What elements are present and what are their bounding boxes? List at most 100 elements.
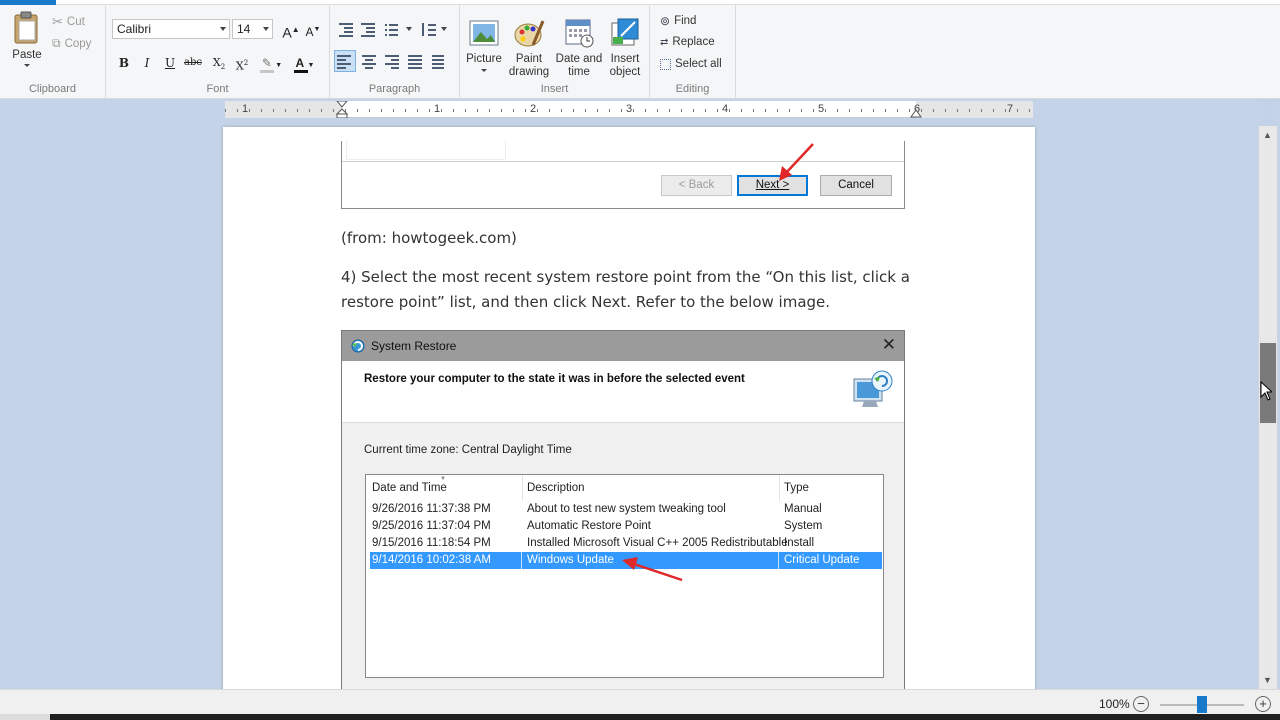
row-description: Windows Update [527, 554, 614, 566]
find-button[interactable]: ⊚ Find [660, 14, 696, 28]
row-date: 9/25/2016 11:37:04 PM [372, 520, 491, 532]
dialog-titlebar: System Restore ✕ [342, 331, 904, 361]
ruler-tick [681, 109, 682, 112]
ruler[interactable]: 1 1 2 3 4 5 6 7 [225, 101, 1033, 118]
paragraph-settings-icon[interactable] [430, 53, 448, 71]
ruler-tick [885, 109, 886, 112]
paragraph-group-label: Paragraph [368, 83, 421, 95]
step-paragraph-line-2[interactable]: restore point” list, and then click Next… [341, 290, 830, 315]
system-restore-icon [351, 339, 365, 353]
source-paragraph[interactable]: (from: howtogeek.com) [341, 226, 517, 251]
select-all-button[interactable]: Select all [660, 58, 722, 70]
ruler-tick [921, 109, 922, 112]
ruler-tick [801, 109, 802, 112]
zoom-slider-thumb[interactable] [1197, 696, 1207, 713]
ruler-number: 4 [722, 103, 729, 115]
subscript-button[interactable]: X2 [209, 53, 229, 73]
datetime-label-2: time [568, 66, 590, 78]
paint-drawing-button[interactable]: Paint drawing [507, 17, 551, 79]
ruler-number: 1 [434, 103, 441, 115]
replace-button[interactable]: ⇄ Replace [660, 36, 715, 48]
mouse-cursor-icon [1260, 381, 1272, 401]
ruler-tick [285, 109, 286, 112]
chevron-down-icon [481, 69, 487, 72]
date-time-button[interactable]: Date and time [554, 17, 604, 79]
highlight-button[interactable]: ✎ ▼ [256, 53, 288, 73]
justify-button[interactable] [406, 53, 424, 71]
ruler-tick [621, 109, 622, 112]
ruler-tick [765, 109, 766, 112]
italic-button[interactable]: I [137, 53, 157, 73]
ruler-number: 7 [1007, 103, 1014, 115]
cut-button[interactable]: ✂ Cut [52, 14, 85, 30]
wizard-dialog-screenshot: < Back Next > Cancel [341, 141, 905, 209]
row-type: System [784, 520, 823, 532]
scissors-icon: ✂ [52, 14, 63, 29]
row-date: 9/15/2016 11:18:54 PM [372, 537, 491, 549]
increase-indent-icon[interactable] [359, 21, 377, 39]
scroll-up-icon[interactable]: ▲ [1263, 130, 1272, 140]
font-color-button[interactable]: A ▼ [290, 53, 320, 73]
replace-label: Replace [672, 36, 715, 48]
object-label-2: object [609, 66, 641, 78]
system-restore-dialog-screenshot: System Restore ✕ Restore your computer t… [341, 330, 905, 692]
cut-label: Cut [66, 16, 85, 28]
ruler-tick [405, 109, 406, 112]
taskbar-edge [0, 714, 1280, 720]
ruler-tick [1017, 109, 1018, 112]
highlight-color-swatch [260, 70, 274, 73]
font-color-icon: A [295, 56, 305, 70]
list-bullets-icon[interactable] [383, 21, 401, 39]
clipboard-group: Paste ✂ Cut ⧉ Copy Clipboard [0, 5, 106, 98]
left-indent-marker-icon[interactable] [336, 101, 348, 118]
superscript-button[interactable]: X2 [232, 53, 252, 73]
row-description: Installed Microsoft Visual C++ 2005 Redi… [527, 537, 788, 549]
zoom-in-button[interactable]: + [1255, 696, 1271, 712]
picture-icon [468, 17, 500, 49]
bold-button[interactable]: B [114, 53, 134, 73]
shrink-font-button[interactable]: A▼ [303, 20, 323, 40]
paste-button[interactable]: Paste [8, 11, 46, 67]
ruler-tick [453, 109, 454, 112]
annotation-arrow-next [779, 143, 814, 181]
zoom-out-button[interactable]: − [1133, 696, 1149, 712]
underline-button[interactable]: U [160, 53, 180, 73]
ruler-tick [873, 109, 874, 112]
ruler-tick [429, 109, 430, 112]
ruler-tick [573, 109, 574, 112]
grow-font-button[interactable]: A▲ [281, 20, 301, 41]
align-right-button[interactable] [383, 53, 401, 71]
dialog-header: Restore your computer to the state it wa… [342, 361, 904, 423]
align-left-button[interactable] [334, 50, 356, 72]
font-size-select[interactable]: 14 [232, 19, 273, 39]
computer-restore-icon [853, 370, 893, 407]
paragraph-group: Paragraph [330, 5, 460, 98]
ruler-tick [237, 109, 238, 112]
binoculars-icon: ⊚ [660, 14, 671, 28]
ruler-tick [381, 109, 382, 112]
ruler-tick [693, 109, 694, 112]
ribbon: Paste ✂ Cut ⧉ Copy Clipboard Calibri 14 … [0, 0, 1280, 99]
ruler-tick [369, 109, 370, 112]
step-paragraph-line-1[interactable]: 4) Select the most recent system restore… [341, 265, 910, 290]
chevron-down-icon[interactable] [406, 27, 412, 31]
ruler-tick [513, 109, 514, 112]
row-date: 9/14/2016 10:02:38 AM [372, 554, 491, 566]
font-family-value: Calibri [117, 22, 152, 36]
strikethrough-button[interactable]: abc [183, 53, 203, 73]
line-spacing-icon[interactable] [420, 21, 438, 39]
font-family-select[interactable]: Calibri [112, 19, 230, 39]
copy-button[interactable]: ⧉ Copy [52, 36, 91, 51]
picture-button[interactable]: Picture [465, 17, 503, 72]
paste-label: Paste [12, 49, 42, 61]
ruler-tick [597, 109, 598, 112]
font-group-label: Font [206, 83, 229, 95]
scroll-down-icon[interactable]: ▼ [1263, 675, 1272, 685]
align-center-button[interactable] [360, 53, 378, 71]
chevron-down-icon[interactable] [441, 27, 447, 31]
calendar-icon [563, 17, 595, 49]
insert-object-button[interactable]: Insert object [605, 17, 645, 79]
ruler-tick [309, 109, 310, 112]
vertical-scrollbar[interactable]: ▲ ▼ [1259, 126, 1277, 689]
decrease-indent-icon[interactable] [337, 21, 355, 39]
